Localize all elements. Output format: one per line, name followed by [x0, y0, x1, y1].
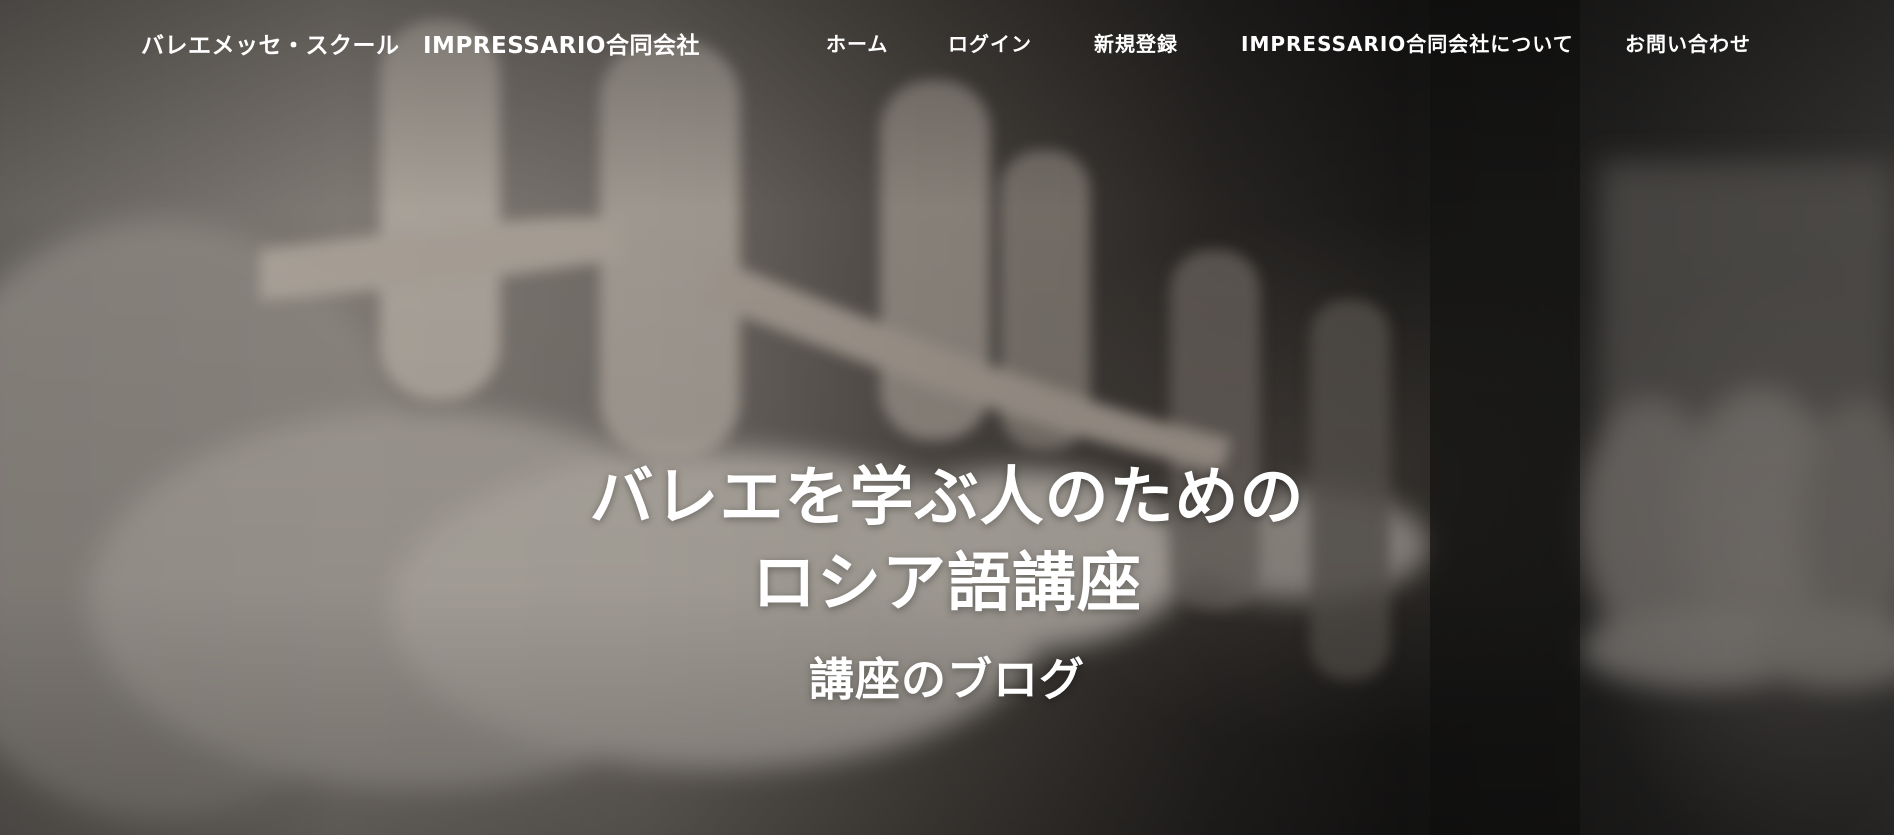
nav-item-about[interactable]: IMPRESSARIO合同会社について — [1241, 28, 1574, 57]
nav-item-register[interactable]: 新規登録 — [1094, 28, 1178, 57]
hero-title-line-2: ロシア語講座 — [752, 547, 1142, 621]
hero-title-line-1: バレエを学ぶ人のための — [589, 461, 1305, 535]
hero-overlay — [0, 0, 1894, 835]
site-header: バレエメッセ・スクール IMPRESSARIO合同会社 ホーム ログイン 新規登… — [0, 0, 1894, 90]
nav-item-login[interactable]: ログイン — [948, 28, 1032, 57]
nav-item-contact[interactable]: お問い合わせ — [1625, 28, 1751, 57]
hero-subtitle: 講座のブログ — [808, 653, 1085, 706]
hero-title: バレエを学ぶ人のための ロシア語講座 — [0, 455, 1894, 627]
site-brand-link[interactable]: バレエメッセ・スクール IMPRESSARIO合同会社 — [141, 26, 700, 60]
nav-item-home[interactable]: ホーム — [826, 28, 888, 57]
hero-section: バレエメッセ・スクール IMPRESSARIO合同会社 ホーム ログイン 新規登… — [0, 0, 1894, 835]
